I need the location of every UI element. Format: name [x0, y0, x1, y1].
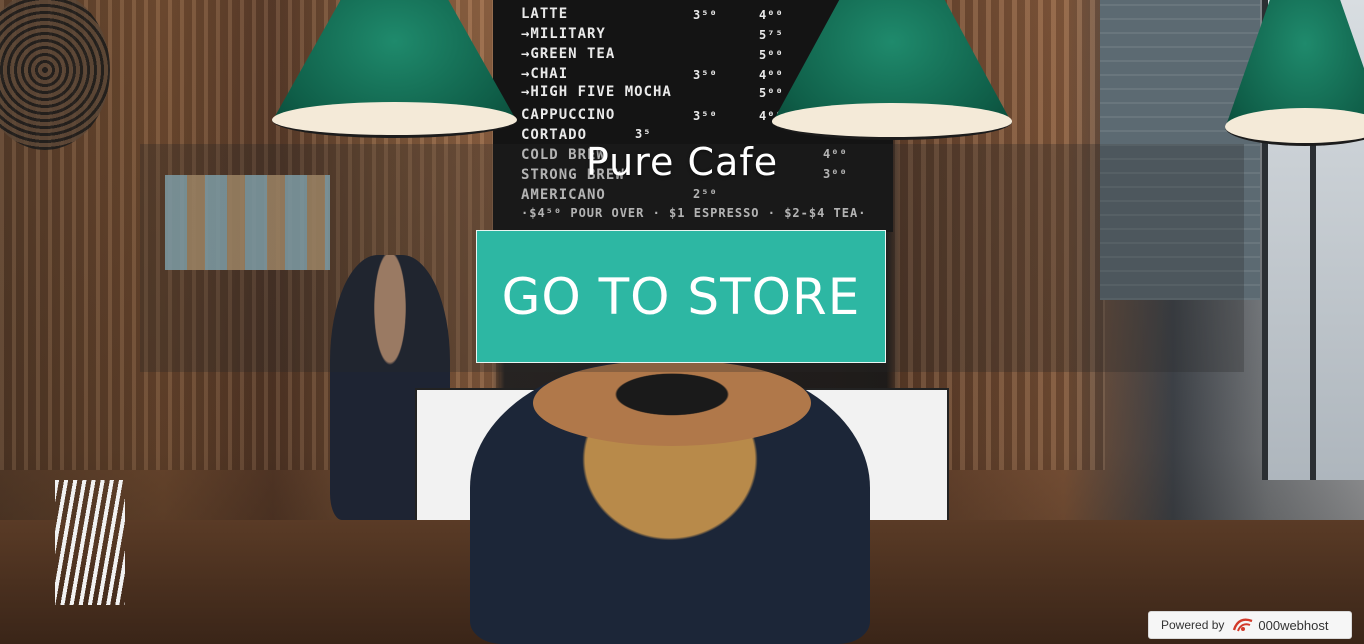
webhost-logo-icon: [1232, 617, 1254, 633]
straws-cup: [55, 480, 125, 605]
go-to-store-button[interactable]: GO TO STORE: [476, 230, 886, 363]
lamp-rim: [772, 103, 1012, 140]
lamp-rim: [272, 101, 517, 138]
menu-price: 3⁵: [635, 127, 652, 141]
powered-by-badge[interactable]: Powered by 000webhost: [1148, 611, 1352, 639]
menu-item: →MILITARY: [521, 26, 606, 42]
menu-item: CAPPUCCINO: [521, 107, 616, 123]
menu-price: 3⁵⁰: [693, 8, 718, 22]
menu-item: →CHAI: [521, 66, 569, 82]
pendant-lamp-center: [772, 0, 1012, 140]
menu-price: 3⁵⁰: [693, 109, 718, 123]
powered-by-label: Powered by: [1161, 618, 1225, 632]
customer-hat: [533, 360, 811, 446]
menu-item: LATTE: [521, 6, 569, 22]
site-title: Pure Cafe: [585, 140, 779, 184]
menu-item: →GREEN TEA: [521, 46, 616, 62]
webhost-brand: 000webhost: [1258, 617, 1329, 633]
menu-price: 3⁵⁰: [693, 68, 718, 82]
go-to-store-label: GO TO STORE: [501, 267, 861, 326]
pendant-lamp-right: [1225, 0, 1364, 146]
menu-item: →HIGH FIVE MOCHA: [521, 84, 672, 100]
pendant-lamp-left: [272, 0, 517, 138]
